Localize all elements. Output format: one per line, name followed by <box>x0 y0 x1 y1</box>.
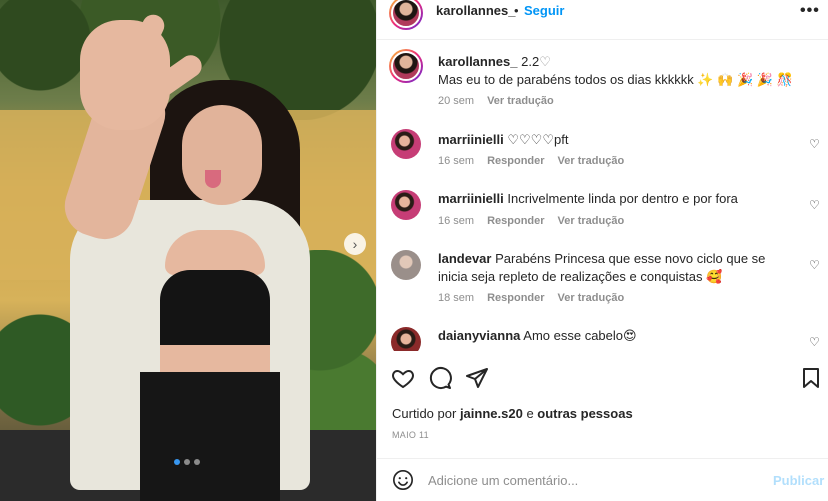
comment-text: landevar Parabéns Princesa que esse novo… <box>438 250 798 286</box>
like-comment-heart-icon[interactable]: ♡ <box>809 335 820 349</box>
caption-text: karollannes_ 2.2♡ Mas eu to de parabéns … <box>438 53 798 89</box>
comment-body: Amo esse cabelo😍 <box>523 328 637 343</box>
carousel-dot <box>184 459 190 465</box>
likes-middle: e <box>526 406 534 421</box>
like-comment-heart-icon[interactable]: ♡ <box>809 137 820 151</box>
photo-person-face <box>182 105 262 205</box>
reply-link[interactable]: Responder <box>487 215 544 227</box>
comment-text: marriinielli Incrivelmente linda por den… <box>438 190 798 208</box>
comment-avatar[interactable] <box>391 327 421 351</box>
comment-text: marriinielli ♡♡♡♡pft <box>438 131 798 149</box>
add-comment-bar: Publicar <box>377 458 828 501</box>
caption-translate-link[interactable]: Ver tradução <box>487 95 554 107</box>
photo-person-neck <box>165 230 265 275</box>
likes-others-link[interactable]: outras pessoas <box>537 406 632 421</box>
author-avatar[interactable] <box>389 0 423 30</box>
like-comment-heart-icon[interactable]: ♡ <box>809 198 820 212</box>
caption-time[interactable]: 20 sem <box>438 95 474 107</box>
photo-person-waist <box>160 345 270 375</box>
comment-username[interactable]: daianyvianna <box>438 328 520 343</box>
caption-body: Mas eu to de parabéns todos os dias kkkk… <box>438 72 793 87</box>
reply-link[interactable]: Responder <box>487 155 544 167</box>
likes-prefix: Curtido por <box>392 406 457 421</box>
comment-meta: 16 sem Responder Ver tradução <box>438 155 624 167</box>
reply-link[interactable]: Responder <box>487 292 544 304</box>
comment-meta: 18 sem Responder Ver tradução <box>438 292 624 304</box>
follow-button[interactable]: Seguir <box>524 3 564 18</box>
likes-user-link[interactable]: jainne.s20 <box>460 406 523 421</box>
publish-button[interactable]: Publicar <box>773 473 824 488</box>
comment-username[interactable]: marriinielli <box>438 191 504 206</box>
caption-title: 2.2 <box>521 54 540 69</box>
caption-username[interactable]: karollannes_ <box>438 54 518 69</box>
comment-avatar[interactable] <box>391 250 421 280</box>
chevron-right-icon: › <box>352 236 358 252</box>
comment-time[interactable]: 16 sem <box>438 215 474 227</box>
comment-text: daianyvianna Amo esse cabelo😍 <box>438 327 798 345</box>
photo-person-tongue <box>205 170 221 188</box>
comment-avatar[interactable] <box>391 129 421 159</box>
comment-bubble-icon[interactable] <box>428 366 452 390</box>
separator-dot: • <box>514 3 519 18</box>
likes-summary: Curtido por jainne.s20 e outras pessoas <box>392 406 633 421</box>
share-paper-plane-icon[interactable] <box>465 366 489 390</box>
comment-username[interactable]: landevar <box>438 251 491 266</box>
translate-link[interactable]: Ver tradução <box>558 155 625 167</box>
comment-input[interactable] <box>428 467 758 493</box>
comments-list[interactable]: karollannes_ 2.2♡ Mas eu to de parabéns … <box>377 41 828 351</box>
post-actions <box>377 366 828 394</box>
author-username[interactable]: karollannes_ <box>436 3 516 18</box>
caption-avatar[interactable] <box>389 49 423 83</box>
photo-person-pants <box>140 372 280 501</box>
carousel-dot <box>174 459 180 465</box>
comment-time[interactable]: 18 sem <box>438 292 474 304</box>
post-date[interactable]: MAIO 11 <box>392 430 429 440</box>
post-photo[interactable]: › <box>0 0 376 501</box>
comment-meta: 16 sem Responder Ver tradução <box>438 215 624 227</box>
carousel-dot <box>194 459 200 465</box>
comment-body: ♡♡♡♡pft <box>507 132 569 147</box>
emoji-smiley-icon[interactable] <box>392 469 414 491</box>
post-details-panel: karollannes_ • Seguir ••• karollannes_ 2… <box>376 0 828 501</box>
like-comment-heart-icon[interactable]: ♡ <box>809 258 820 272</box>
more-options-icon[interactable]: ••• <box>800 2 820 20</box>
carousel-dots <box>174 459 200 465</box>
heart-outline-icon: ♡ <box>539 54 551 69</box>
translate-link[interactable]: Ver tradução <box>558 292 625 304</box>
post-header: karollannes_ • Seguir ••• <box>377 0 828 40</box>
comment-username[interactable]: marriinielli <box>438 132 504 147</box>
save-bookmark-icon[interactable] <box>799 366 823 390</box>
photo-person-top <box>160 270 270 355</box>
caption-meta: 20 sem Ver tradução <box>438 95 554 107</box>
comment-time[interactable]: 16 sem <box>438 155 474 167</box>
translate-link[interactable]: Ver tradução <box>558 215 625 227</box>
like-heart-icon[interactable] <box>391 366 415 390</box>
comment-body: Incrivelmente linda por dentro e por for… <box>507 191 738 206</box>
comment-avatar[interactable] <box>391 190 421 220</box>
carousel-next-button[interactable]: › <box>344 233 366 255</box>
